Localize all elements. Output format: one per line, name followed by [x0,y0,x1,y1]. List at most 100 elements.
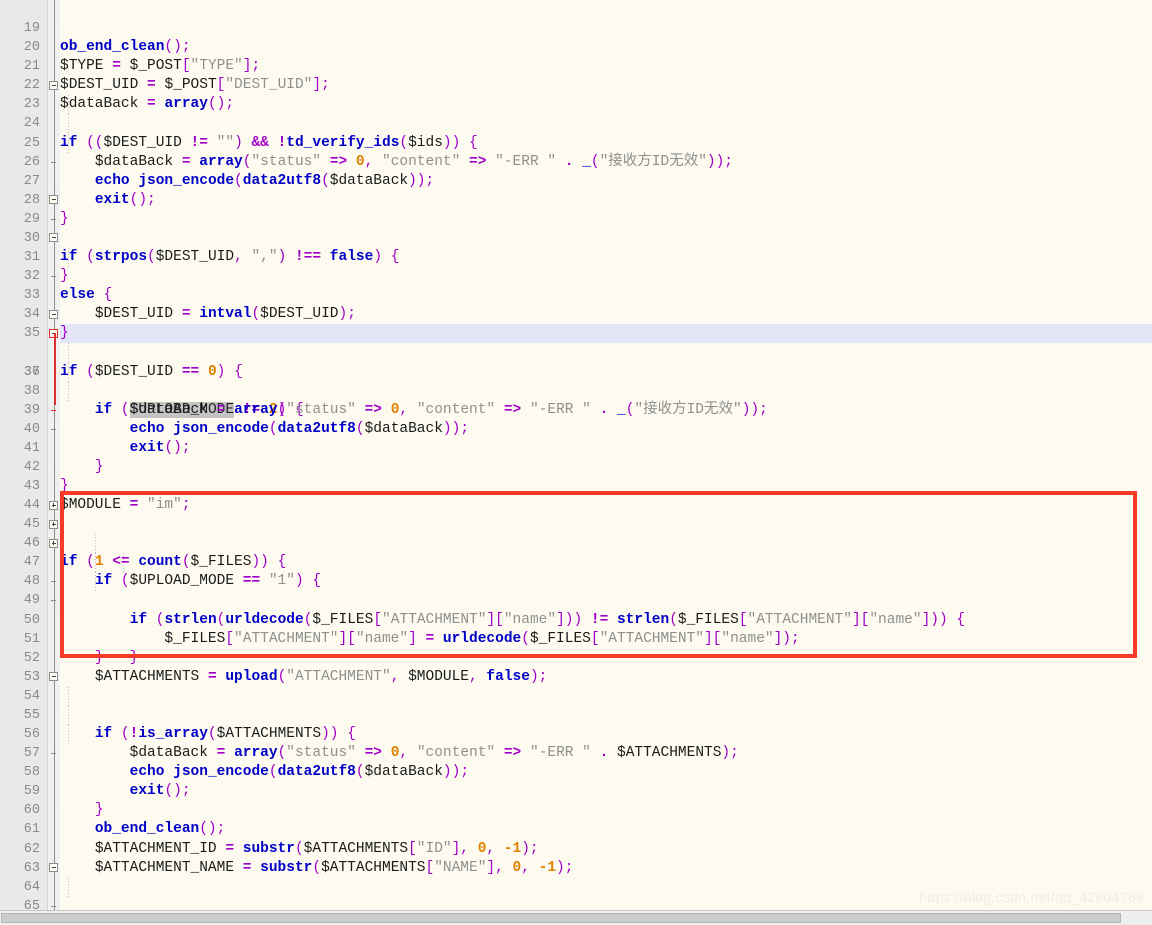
line-number: 21 [23,59,40,75]
line-content: if ($UPLOAD_MODE == "1") { [94,573,322,590]
line-number: 20 [23,40,40,56]
code-line[interactable]: 43 $MODULE = "im"; [0,458,1152,513]
horizontal-scrollbar[interactable] [0,910,1152,925]
fold-marker-expand-icon[interactable] [49,519,58,529]
fold-marker-collapse-icon[interactable] [49,672,58,682]
current-line-highlight [60,324,1152,344]
line-number: 30 [23,230,40,246]
line-number: 40 [23,421,40,437]
line-content: echo json_encode(data2utf8($dataBack)); [129,420,470,437]
indent-guide [68,381,69,401]
line-content: $MODULE = "im"; [60,497,191,514]
code-line-current[interactable]: 36 if ($UPLOAD_MODE != 2) { [0,324,1152,418]
watermark-text: https://blog.csdn.net/qq_42804789 [919,889,1144,905]
code-line[interactable]: 61 $ATTACHMENT_ID = substr($ATTACHMENTS[… [0,801,1152,856]
code-line[interactable]: 53 [0,649,1152,685]
line-number: 32 [23,269,40,285]
line-content: } [94,458,104,475]
code-line[interactable]: 20 $TYPE = $_POST["TYPE"]; [0,19,1152,74]
indent-guide [68,343,69,363]
indent-guide [68,705,69,726]
line-number: 50 [23,612,40,628]
fold-end-marker [51,161,56,163]
line-number: 28 [23,192,40,208]
fold-end-marker [51,218,56,220]
line-content: exit(); [129,783,191,800]
code-line[interactable]: 55 $dataBack = array("status" => 0, "con… [0,686,1152,761]
indent-guide [68,114,69,134]
code-line[interactable]: 39 exit(); [0,381,1152,456]
code-editor[interactable]: 19 ob_end_clean(); 20 $TYPE = $_POST["TY… [0,0,1152,925]
code-line[interactable]: 25 echo json_encode(data2utf8($dataBack)… [0,114,1152,189]
line-content: echo json_encode(data2utf8($dataBack)); [129,764,470,781]
line-content: } [60,477,69,494]
line-number: 64 [23,879,40,895]
line-number: 55 [23,707,40,723]
code-line[interactable]: 31 else { [0,229,1152,303]
line-content: } [60,210,69,227]
line-number: 47 [23,555,40,571]
line-number: 59 [23,784,40,800]
line-number: 26 [23,154,40,170]
line-content: $ATTACHMENT_NAME = substr($ATTACHMENTS["… [94,859,574,876]
line-number: 44 [23,498,40,514]
line-content: else { [60,287,113,304]
line-number: 29 [23,211,40,227]
line-number: 54 [23,688,40,704]
line-content: $TYPE = $_POST["TYPE"]; [60,58,261,75]
line-number: 49 [23,593,40,609]
line-number: 62 [23,841,40,857]
line-number: 63 [23,860,40,876]
line-number: 34 [23,307,40,323]
line-number: 48 [23,574,40,590]
code-line[interactable]: 56 echo json_encode(data2utf8($dataBack)… [0,705,1152,780]
fold-end-marker [51,905,56,907]
indent-guide [68,686,69,706]
line-number: 58 [23,765,40,781]
line-number: 35 [23,326,40,342]
fold-end-marker [51,600,56,602]
line-content: $dataBack = array("status" => 0, "conten… [129,401,768,418]
line-content: $dataBack = array(); [60,96,235,113]
line-content: $_FILES["ATTACHMENT"]["name"] = urldecod… [164,630,800,647]
code-line[interactable]: 33 } [0,267,1152,341]
line-content: exit(); [94,191,156,208]
line-content: exit(); [129,439,191,456]
code-line[interactable]: 46 if ($UPLOAD_MODE == "1") { [0,515,1152,589]
code-line[interactable]: 19 ob_end_clean(); [0,0,1152,55]
line-content: } [94,802,104,819]
line-content: $dataBack = array("status" => 0, "conten… [129,745,739,762]
line-number: 61 [23,822,40,838]
fold-marker-collapse-icon[interactable] [49,80,58,90]
line-number: 19 [23,21,40,37]
line-content: } [60,268,69,285]
fold-marker-collapse-icon[interactable] [49,863,58,873]
fold-marker-collapse-icon[interactable] [49,309,58,319]
code-line[interactable]: 34 [0,286,1152,322]
fold-marker-expand-icon[interactable] [49,500,58,510]
line-number: 25 [23,135,40,151]
line-number: 42 [23,459,40,475]
line-number: 31 [23,250,40,266]
code-line[interactable]: 44 [0,477,1152,513]
fold-end-marker [51,581,56,583]
line-number: 56 [23,727,40,743]
line-content: $DEST_UID = intval($DEST_UID); [94,306,356,323]
code-line[interactable]: 29 if (strpos($DEST_UID, ",") !== false)… [0,191,1152,265]
line-number: 52 [23,650,40,666]
indent-guide [68,877,69,897]
code-line[interactable]: 47 if (strlen(urldecode($_FILES["ATTACHM… [0,534,1152,628]
code-line[interactable]: 37 $dataBack = array("status" => 0, "con… [0,343,1152,418]
line-content: $ATTACHMENTS = upload("ATTACHMENT", $MOD… [94,668,548,685]
fold-end-marker [51,753,56,755]
fold-end-marker [51,428,56,430]
line-number: 23 [23,97,40,113]
fold-marker-collapse-icon[interactable] [49,233,58,243]
horizontal-scrollbar-thumb[interactable] [1,913,1121,923]
fold-marker-expand-icon[interactable] [49,538,58,548]
code-line[interactable]: 30 } [0,210,1152,284]
code-line[interactable]: 50 } [0,591,1152,666]
line-number: 60 [23,803,40,819]
line-number: 37 [23,364,40,380]
fold-marker-collapse-icon[interactable] [49,195,58,205]
